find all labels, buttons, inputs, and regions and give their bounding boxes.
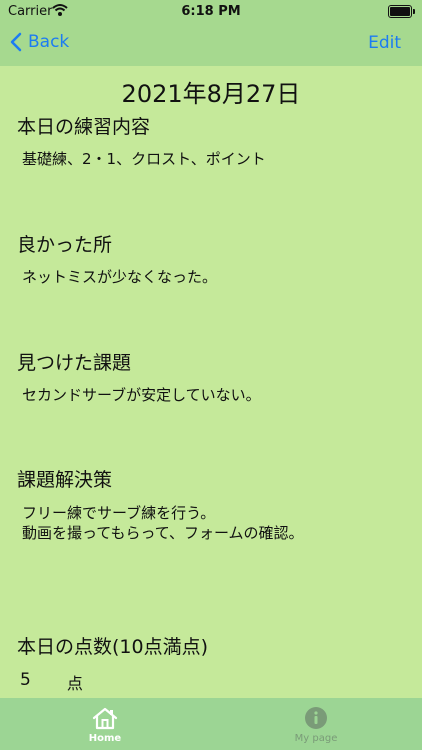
found-issues-text: セカンドサーブが安定していない。	[22, 386, 261, 404]
tab-my-page[interactable]: My page	[281, 706, 351, 744]
nav-row: Back Edit	[0, 28, 422, 62]
edit-button[interactable]: Edit	[368, 33, 401, 53]
practice-content-text: 基礎練、2・1、クロスト、ポイント	[22, 150, 266, 168]
home-icon	[92, 707, 118, 730]
score-value: 5	[20, 670, 31, 690]
good-points-heading: 良かった所	[17, 234, 113, 256]
score-unit: 点	[66, 674, 83, 693]
chevron-left-icon	[10, 32, 22, 52]
tab-home[interactable]: Home	[70, 706, 140, 744]
navigation-bar: Carrier 6:18 PM Back Edit	[0, 0, 422, 66]
solution-text: フリー練でサーブ練を行う。 動画を撮ってもらって、フォームの確認。	[22, 504, 304, 542]
back-label: Back	[28, 32, 70, 52]
status-time: 6:18 PM	[181, 4, 241, 19]
found-issues-heading: 見つけた課題	[17, 352, 132, 374]
tab-home-label: Home	[88, 733, 122, 744]
status-bar: Carrier 6:18 PM	[0, 0, 422, 24]
score-row: 5 点	[20, 670, 83, 694]
score-heading: 本日の点数(10点満点)	[17, 636, 209, 658]
good-points-text: ネットミスが少なくなった。	[22, 268, 218, 286]
entry-date: 2021年8月27日	[121, 80, 301, 108]
battery-icon	[388, 5, 415, 18]
practice-content-heading: 本日の練習内容	[17, 116, 151, 138]
back-button[interactable]: Back	[10, 32, 69, 52]
tab-my-page-label: My page	[294, 733, 338, 744]
solution-heading: 課題解決策	[17, 469, 113, 491]
tab-bar: Home My page	[0, 698, 422, 750]
info-icon	[305, 707, 327, 729]
